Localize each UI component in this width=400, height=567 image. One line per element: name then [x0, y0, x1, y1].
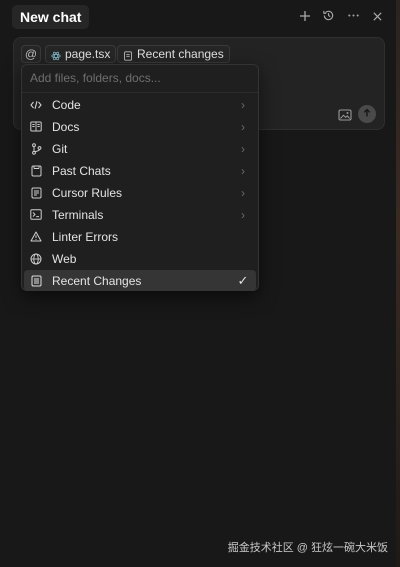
menu-divider [22, 92, 258, 93]
menu-item-terminals[interactable]: Terminals › [24, 204, 256, 225]
menu-item-label: Cursor Rules [52, 185, 123, 200]
menu-item-code[interactable]: Code › [24, 94, 256, 115]
warning-icon [30, 231, 42, 243]
recent-changes-icon [30, 275, 42, 287]
chevron-right-icon: › [241, 97, 245, 112]
git-icon [30, 142, 42, 155]
file-chip-label: page.tsx [65, 47, 111, 61]
send-button[interactable] [358, 105, 376, 123]
menu-item-linter-errors[interactable]: Linter Errors [24, 226, 256, 247]
menu-item-label: Git [52, 141, 68, 156]
checkmark-icon: ✓ [237, 272, 249, 288]
add-context-button[interactable]: @ [21, 45, 41, 63]
watermark-text: 掘金技术社区 @ 狂炫一碗大米饭 [227, 542, 388, 554]
terminal-icon [30, 209, 42, 221]
recent-chip-label: Recent changes [137, 47, 224, 61]
menu-item-label: Recent Changes [52, 273, 142, 288]
chat-header: New chat [0, 0, 396, 34]
chevron-right-icon: › [241, 119, 245, 134]
at-symbol: @ [24, 47, 38, 61]
chevron-right-icon: › [241, 163, 245, 178]
history-icon[interactable] [319, 8, 337, 26]
recent-changes-chip[interactable]: Recent changes [117, 45, 230, 63]
chevron-right-icon: › [241, 207, 245, 222]
menu-item-label: Linter Errors [52, 229, 119, 244]
past-chats-icon [30, 165, 42, 177]
menu-item-label: Docs [52, 119, 80, 134]
context-search-input[interactable] [23, 66, 257, 90]
menu-item-cursor-rules[interactable]: Cursor Rules › [24, 182, 256, 203]
image-icon[interactable] [338, 108, 352, 121]
chevron-right-icon: › [241, 185, 245, 200]
context-menu: Code › Docs › Git › Past Chats › Cursor … [21, 64, 259, 291]
right-edge-strip [396, 0, 400, 567]
docs-icon [30, 121, 42, 133]
menu-item-past-chats[interactable]: Past Chats › [24, 160, 256, 181]
menu-item-web[interactable]: Web [24, 248, 256, 269]
menu-item-git[interactable]: Git › [24, 138, 256, 159]
more-icon[interactable] [344, 8, 362, 26]
plus-icon[interactable] [296, 8, 314, 26]
menu-item-recent-changes[interactable]: Recent Changes ✓ [24, 270, 256, 291]
menu-item-label: Past Chats [52, 163, 111, 178]
close-icon[interactable] [368, 8, 386, 26]
menu-item-docs[interactable]: Docs › [24, 116, 256, 137]
chevron-right-icon: › [241, 141, 245, 156]
react-file-icon [51, 49, 61, 61]
cursor-rules-icon [30, 187, 42, 199]
menu-item-label: Web [52, 251, 77, 266]
menu-item-label: Code [52, 97, 81, 112]
menu-item-label: Terminals [52, 207, 104, 222]
document-icon [123, 49, 133, 61]
file-context-chip[interactable]: page.tsx [45, 45, 117, 63]
code-icon [30, 99, 42, 111]
globe-icon [30, 253, 42, 265]
chat-tab-title[interactable]: New chat [12, 5, 90, 29]
